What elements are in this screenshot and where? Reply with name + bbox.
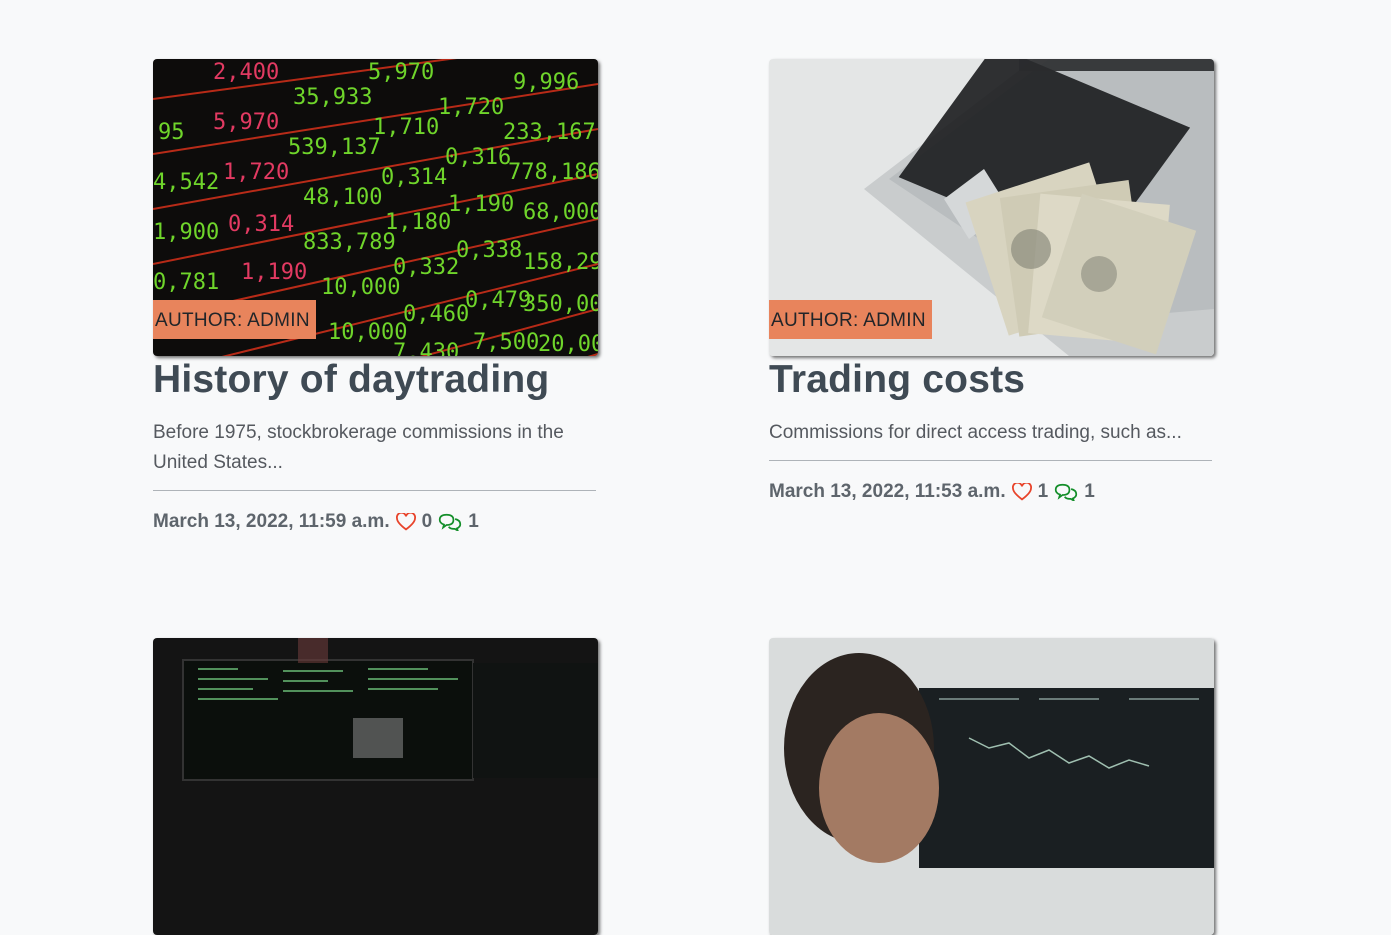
post-date: March 13, 2022, 11:59 a.m. — [153, 511, 390, 532]
svg-text:350,000: 350,000 — [523, 292, 598, 317]
post-image-laptop-cash[interactable]: AUTHOR: ADMIN — [769, 59, 1214, 356]
svg-text:1,720: 1,720 — [223, 160, 289, 185]
post-image-stock-ticker[interactable]: 2,400 35,933 5,970 9,996 5,970 539,137 1… — [153, 59, 598, 356]
svg-text:778,186: 778,186 — [508, 160, 598, 185]
author-badge[interactable]: AUTHOR: ADMIN — [769, 300, 932, 339]
post-title[interactable]: History of daytrading — [153, 356, 598, 402]
svg-text:539,137: 539,137 — [288, 135, 381, 160]
post-card: AUTHOR: ADMIN Trading costs Commissions … — [769, 59, 1214, 503]
comment-count: 1 — [1084, 481, 1095, 502]
svg-text:0,314: 0,314 — [228, 212, 294, 237]
svg-text:10,000: 10,000 — [321, 275, 400, 300]
svg-text:0,460: 0,460 — [403, 302, 469, 327]
svg-text:68,000: 68,000 — [523, 200, 598, 225]
svg-text:833,789: 833,789 — [303, 230, 396, 255]
post-excerpt: Before 1975, stockbrokerage commissions … — [153, 422, 564, 473]
divider — [769, 460, 1212, 461]
svg-text:9,996: 9,996 — [513, 70, 579, 95]
post-date: March 13, 2022, 11:53 a.m. — [769, 481, 1006, 502]
svg-text:4,542: 4,542 — [153, 170, 219, 195]
svg-text:0,332: 0,332 — [393, 255, 459, 280]
divider — [153, 490, 596, 491]
svg-text:0,316: 0,316 — [445, 145, 511, 170]
post-card — [153, 638, 598, 935]
post-image-terminal[interactable] — [153, 638, 598, 935]
comments-icon[interactable] — [438, 513, 462, 531]
svg-text:0,314: 0,314 — [381, 165, 447, 190]
heart-icon[interactable] — [395, 513, 416, 531]
post-meta: March 13, 2022, 11:53 a.m. 1 1 — [769, 481, 1214, 503]
post-excerpt: Commissions for direct access trading, s… — [769, 422, 1182, 443]
svg-text:1,190: 1,190 — [448, 192, 514, 217]
svg-text:35,933: 35,933 — [293, 85, 372, 110]
terminal-screens-image — [153, 638, 598, 935]
post-card — [769, 638, 1214, 935]
post-meta: March 13, 2022, 11:59 a.m. 0 1 — [153, 511, 598, 533]
like-count: 0 — [421, 511, 433, 532]
comment-count: 1 — [468, 511, 479, 532]
svg-text:0,781: 0,781 — [153, 270, 219, 295]
svg-text:1,180: 1,180 — [385, 210, 451, 235]
svg-text:1,900: 1,900 — [153, 220, 219, 245]
like-count: 1 — [1037, 481, 1049, 502]
svg-text:48,100: 48,100 — [303, 185, 382, 210]
svg-text:7,500: 7,500 — [473, 330, 539, 355]
svg-text:5,970: 5,970 — [213, 110, 279, 135]
svg-text:1,710: 1,710 — [373, 115, 439, 140]
post-card: 2,400 35,933 5,970 9,996 5,970 539,137 1… — [153, 59, 598, 533]
svg-text:95: 95 — [158, 120, 185, 145]
svg-text:5,970: 5,970 — [368, 60, 434, 85]
svg-text:0,479: 0,479 — [465, 288, 531, 313]
svg-text:233,167: 233,167 — [503, 120, 596, 145]
author-badge[interactable]: AUTHOR: ADMIN — [153, 300, 316, 339]
trader-monitor-image — [769, 638, 1214, 935]
svg-text:7,430: 7,430 — [393, 340, 459, 356]
post-title[interactable]: Trading costs — [769, 356, 1214, 402]
svg-text:0,338: 0,338 — [456, 238, 522, 263]
heart-icon[interactable] — [1011, 483, 1032, 501]
svg-text:158,294: 158,294 — [523, 250, 598, 275]
comments-icon[interactable] — [1054, 483, 1078, 501]
svg-text:1,720: 1,720 — [438, 95, 504, 120]
svg-text:20,000: 20,000 — [538, 332, 598, 356]
svg-text:1,190: 1,190 — [241, 260, 307, 285]
svg-text:2,400: 2,400 — [213, 60, 279, 85]
post-image-trader[interactable] — [769, 638, 1214, 935]
